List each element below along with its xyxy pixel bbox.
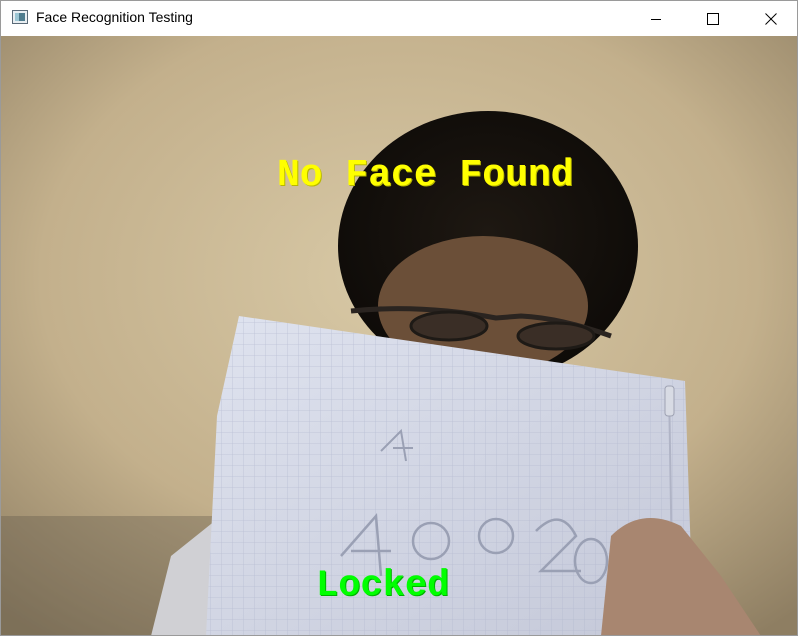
app-window: Face Recognition Testing No Face Found L… [0, 0, 798, 636]
camera-feed: No Face Found Locked [1, 36, 797, 635]
lock-status-label: Locked [316, 565, 450, 607]
minimize-icon [650, 13, 662, 25]
title-bar[interactable]: Face Recognition Testing [1, 1, 797, 36]
face-status-label: No Face Found [277, 154, 574, 197]
close-button[interactable] [748, 1, 794, 36]
camera-frame-image [1, 36, 797, 635]
close-icon [765, 12, 777, 25]
app-window-icon [12, 10, 28, 24]
maximize-icon [707, 12, 719, 25]
minimize-button[interactable] [633, 1, 679, 36]
window-title: Face Recognition Testing [36, 9, 193, 25]
maximize-button[interactable] [690, 1, 736, 36]
